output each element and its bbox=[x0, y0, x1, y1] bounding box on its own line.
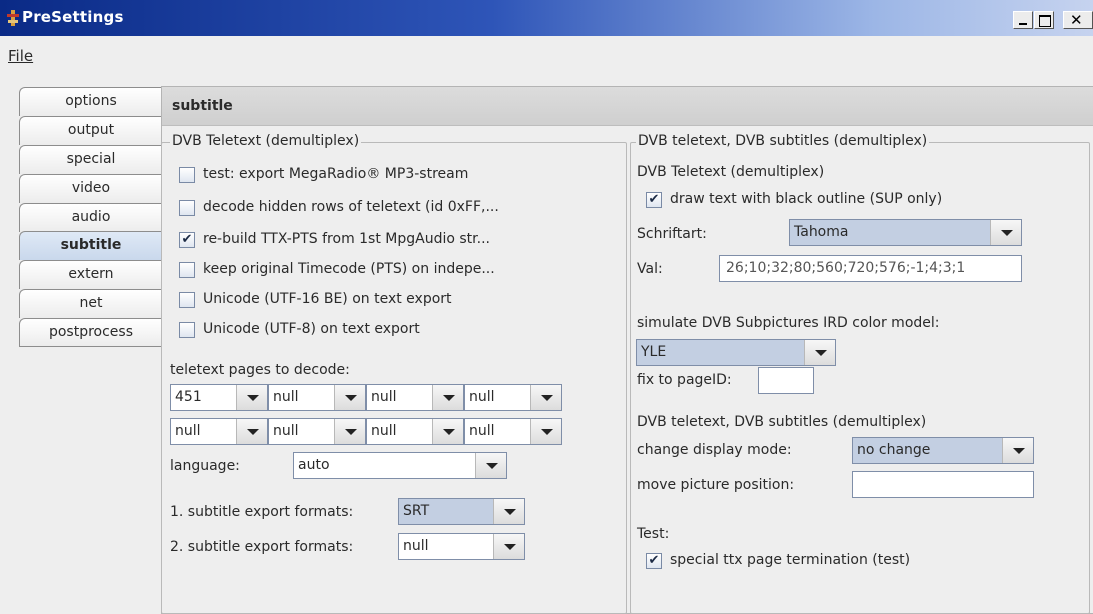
simulate-color-label: simulate DVB Subpictures IRD color model… bbox=[637, 315, 940, 331]
tab-video[interactable]: video bbox=[19, 174, 162, 203]
page-select-7[interactable]: null bbox=[366, 418, 464, 445]
special-ttx-checkbox[interactable]: ✔ bbox=[646, 553, 662, 569]
color-model-select[interactable]: YLE bbox=[636, 339, 836, 366]
pageid-field[interactable] bbox=[758, 367, 814, 394]
menu-bar: File bbox=[0, 36, 1093, 76]
page-select-5-value: null bbox=[175, 423, 201, 439]
window-title: PreSettings bbox=[22, 8, 124, 26]
export-format-1-select[interactable]: SRT bbox=[398, 498, 525, 525]
unicode-utf8-checkbox[interactable] bbox=[179, 322, 195, 338]
maximize-icon[interactable] bbox=[1034, 11, 1054, 29]
chevron-down-icon bbox=[236, 385, 267, 410]
export-format-1-value: SRT bbox=[403, 503, 430, 519]
keep-timecode-checkbox[interactable] bbox=[179, 262, 195, 278]
presettings-window: PreSettings ✕ File options output specia… bbox=[0, 0, 1093, 614]
decode-hidden-rows-checkbox[interactable] bbox=[179, 200, 195, 216]
page-select-2[interactable]: null bbox=[268, 384, 366, 411]
tab-audio[interactable]: audio bbox=[19, 203, 162, 232]
export-megaradio-label: test: export MegaRadio® MP3-stream bbox=[203, 166, 469, 182]
export-megaradio-checkbox[interactable] bbox=[179, 167, 195, 183]
language-value: auto bbox=[298, 457, 330, 473]
font-value: Tahoma bbox=[794, 224, 849, 240]
tab-postprocess[interactable]: postprocess bbox=[19, 318, 162, 347]
tab-extern[interactable]: extern bbox=[19, 260, 162, 289]
page-select-3[interactable]: null bbox=[366, 384, 464, 411]
chevron-down-icon bbox=[493, 499, 524, 524]
unicode-utf8-label: Unicode (UTF-8) on text export bbox=[203, 321, 420, 337]
page-select-1-value: 451 bbox=[175, 389, 202, 405]
menu-file[interactable]: File bbox=[8, 47, 33, 65]
font-select[interactable]: Tahoma bbox=[789, 219, 1022, 246]
unicode-utf16-checkbox[interactable] bbox=[179, 292, 195, 308]
display-mode-select[interactable]: no change bbox=[852, 437, 1034, 464]
export-format-2-select[interactable]: null bbox=[398, 533, 525, 560]
tab-output[interactable]: output bbox=[19, 116, 162, 145]
panel-header: subtitle bbox=[162, 87, 1093, 126]
page-select-7-value: null bbox=[371, 423, 397, 439]
page-select-8[interactable]: null bbox=[464, 418, 562, 445]
page-select-8-value: null bbox=[469, 423, 495, 439]
chevron-down-icon bbox=[334, 385, 365, 410]
export-format-2-value: null bbox=[403, 538, 429, 554]
keep-timecode-label: keep original Timecode (PTS) on indepe..… bbox=[203, 261, 495, 277]
chevron-down-icon bbox=[334, 419, 365, 444]
export-format-1-label: 1. subtitle export formats: bbox=[170, 504, 354, 520]
display-mode-value: no change bbox=[857, 442, 931, 458]
chevron-down-icon bbox=[432, 385, 463, 410]
special-ttx-label: special ttx page termination (test) bbox=[670, 552, 911, 568]
unicode-utf16-label: Unicode (UTF-16 BE) on text export bbox=[203, 291, 452, 307]
title-bar[interactable]: PreSettings ✕ bbox=[0, 0, 1093, 36]
page-select-6-value: null bbox=[273, 423, 299, 439]
chevron-down-icon bbox=[990, 220, 1021, 245]
export-format-2-label: 2. subtitle export formats: bbox=[170, 539, 354, 555]
language-label: language: bbox=[170, 458, 240, 474]
menu-file-label: File bbox=[8, 47, 34, 65]
page-select-2-value: null bbox=[273, 389, 299, 405]
pages-label: teletext pages to decode: bbox=[170, 362, 350, 378]
teletext-section-label: DVB Teletext (demultiplex) bbox=[637, 164, 825, 180]
decode-hidden-rows-label: decode hidden rows of teletext (id 0xFF,… bbox=[203, 199, 499, 215]
tab-options[interactable]: options bbox=[19, 87, 162, 116]
move-position-label: move picture position: bbox=[637, 477, 795, 493]
color-model-value: YLE bbox=[641, 344, 667, 360]
font-label: Schriftart: bbox=[637, 226, 707, 242]
chevron-down-icon bbox=[493, 534, 524, 559]
chevron-down-icon bbox=[530, 419, 561, 444]
minimize-icon[interactable] bbox=[1013, 11, 1033, 29]
black-outline-checkbox[interactable]: ✔ bbox=[646, 192, 662, 208]
black-outline-label: draw text with black outline (SUP only) bbox=[670, 191, 943, 207]
move-position-field[interactable] bbox=[852, 471, 1034, 498]
right-group-legend: DVB teletext, DVB subtitles (demultiplex… bbox=[636, 133, 930, 149]
page-select-5[interactable]: null bbox=[170, 418, 268, 445]
left-group-legend: DVB Teletext (demultiplex) bbox=[170, 133, 362, 149]
tab-net[interactable]: net bbox=[19, 289, 162, 318]
rebuild-ttx-pts-checkbox[interactable]: ✔ bbox=[179, 232, 195, 248]
page-select-4-value: null bbox=[469, 389, 495, 405]
chevron-down-icon bbox=[432, 419, 463, 444]
panel-title: subtitle bbox=[172, 98, 233, 114]
app-icon bbox=[7, 10, 19, 26]
chevron-down-icon bbox=[475, 453, 506, 478]
page-select-3-value: null bbox=[371, 389, 397, 405]
close-icon[interactable]: ✕ bbox=[1063, 11, 1093, 29]
chevron-down-icon bbox=[236, 419, 267, 444]
val-label: Val: bbox=[637, 261, 663, 277]
page-select-4[interactable]: null bbox=[464, 384, 562, 411]
tab-subtitle[interactable]: subtitle bbox=[19, 231, 162, 260]
chevron-down-icon bbox=[1002, 438, 1033, 463]
display-mode-label: change display mode: bbox=[637, 442, 792, 458]
rebuild-ttx-pts-label: re-build TTX-PTS from 1st MpgAudio str..… bbox=[203, 231, 490, 247]
test-label: Test: bbox=[637, 526, 670, 542]
pageid-label: fix to pageID: bbox=[637, 372, 732, 388]
chevron-down-icon bbox=[804, 340, 835, 365]
language-select[interactable]: auto bbox=[293, 452, 507, 479]
page-select-6[interactable]: null bbox=[268, 418, 366, 445]
chevron-down-icon bbox=[530, 385, 561, 410]
dvb-section-label: DVB teletext, DVB subtitles (demultiplex… bbox=[637, 414, 927, 430]
val-field[interactable]: 26;10;32;80;560;720;576;-1;4;3;1 bbox=[719, 255, 1022, 282]
page-select-1[interactable]: 451 bbox=[170, 384, 268, 411]
tab-special[interactable]: special bbox=[19, 145, 162, 174]
